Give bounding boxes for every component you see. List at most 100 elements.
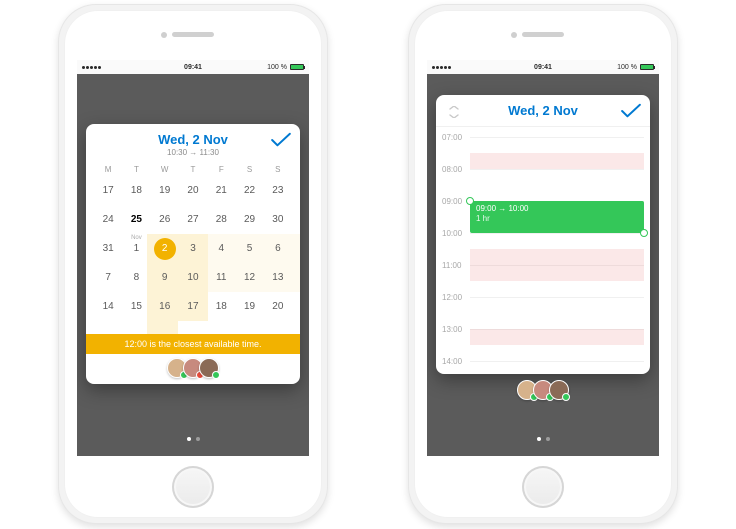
day-cell[interactable]: 12 <box>235 263 263 292</box>
day-cell-today[interactable]: 25 <box>122 205 150 234</box>
day-cell[interactable]: 11 <box>207 263 235 292</box>
status-bar: 09:41 100 % <box>77 60 309 74</box>
dow-label: S <box>264 165 292 174</box>
day-cell[interactable]: 14 <box>94 292 122 321</box>
resize-handle-icon[interactable] <box>466 197 474 205</box>
day-cell[interactable]: 4 <box>207 234 235 263</box>
front-camera-icon <box>511 32 517 38</box>
confirm-button[interactable] <box>620 103 642 124</box>
weekday-header: M T W T F S S <box>86 161 300 176</box>
day-cell[interactable]: 29 <box>235 205 263 234</box>
day-cell[interactable]: 22 <box>235 176 263 205</box>
day-cell[interactable]: 6 <box>264 234 292 263</box>
hour-label: 08:00 <box>442 165 462 174</box>
status-time: 09:41 <box>534 64 552 71</box>
day-cell[interactable]: 18 <box>122 176 150 205</box>
status-badge-icon <box>212 371 220 379</box>
day-cell[interactable]: 24 <box>94 205 122 234</box>
hour-grid: 09:00 → 10:00 1 hr <box>470 129 644 374</box>
avatar[interactable] <box>549 380 569 400</box>
day-cell[interactable]: 17 <box>94 176 122 205</box>
screen-left: 09:41 100 % Wed, 2 Nov 10:30 → 11:30 <box>77 60 309 456</box>
card-title: Wed, 2 Nov <box>96 132 290 147</box>
day-cell[interactable]: 16 <box>151 292 179 321</box>
phone-bezel: 09:41 100 % Wed, 2 Nov 10:30 → 11:30 <box>64 10 322 518</box>
day-cell[interactable]: 17 <box>179 292 207 321</box>
busy-block <box>470 329 644 345</box>
grid-row: 31 Nov 1 2 3 4 5 6 <box>94 234 292 263</box>
day-cell[interactable]: 27 <box>179 205 207 234</box>
day-cell[interactable]: 8 <box>122 263 150 292</box>
hour-line <box>470 361 644 362</box>
grid-row: 24 25 26 27 28 29 30 <box>94 205 292 234</box>
dow-label: W <box>151 165 179 174</box>
day-cell[interactable]: 7 <box>94 263 122 292</box>
attendees-row[interactable] <box>86 356 300 380</box>
page-dot-icon <box>537 437 541 441</box>
hour-label: 09:00 <box>442 197 462 206</box>
phone-frame-right: 09:41 100 % Wed, 2 Nov <box>408 4 678 524</box>
dow-label: T <box>179 165 207 174</box>
day-cell[interactable]: 18 <box>207 292 235 321</box>
signal-icon <box>432 66 451 69</box>
drag-handle-icon[interactable] <box>446 105 462 117</box>
resize-handle-icon[interactable] <box>640 229 648 237</box>
month-grid: 17 18 19 20 21 22 23 24 25 26 27 <box>86 176 300 321</box>
screen-right: 09:41 100 % Wed, 2 Nov <box>427 60 659 456</box>
status-badge-icon <box>562 393 570 401</box>
battery-label: 100 % <box>267 64 287 71</box>
day-cell[interactable]: 23 <box>264 176 292 205</box>
dow-label: S <box>235 165 263 174</box>
day-cell[interactable]: 10 <box>179 263 207 292</box>
proposed-event[interactable]: 09:00 → 10:00 1 hr <box>470 201 644 233</box>
day-cell[interactable]: Nov 1 <box>122 234 150 263</box>
day-cell[interactable]: 31 <box>94 234 122 263</box>
page-dot-icon <box>187 437 191 441</box>
battery-label: 100 % <box>617 64 637 71</box>
day-cell[interactable]: 9 <box>151 263 179 292</box>
speaker-grille-icon <box>172 32 214 37</box>
checkmark-icon <box>270 132 292 148</box>
closest-time-banner[interactable]: 12:00 is the closest available time. <box>86 334 300 354</box>
day-cell[interactable]: 21 <box>207 176 235 205</box>
day-picker-card: Wed, 2 Nov 07:00 08:00 09:00 10:00 11:00 <box>436 95 650 374</box>
day-cell[interactable]: 5 <box>235 234 263 263</box>
day-cell[interactable]: 20 <box>264 292 292 321</box>
avatar[interactable] <box>199 358 219 378</box>
day-timeline[interactable]: 07:00 08:00 09:00 10:00 11:00 12:00 13:0… <box>436 129 650 374</box>
hour-label: 13:00 <box>442 325 462 334</box>
month-sublabel: Nov <box>131 235 142 241</box>
day-cell-selected[interactable]: 2 <box>151 234 179 263</box>
attendees-row[interactable] <box>427 376 659 404</box>
home-button[interactable] <box>172 466 214 508</box>
dow-label: F <box>207 165 235 174</box>
day-cell[interactable]: 3 <box>179 234 207 263</box>
battery-icon <box>640 64 654 70</box>
page-indicator <box>427 437 659 441</box>
grid-row: 7 8 9 10 11 12 13 <box>94 263 292 292</box>
hour-line <box>470 233 644 234</box>
status-bar: 09:41 100 % <box>427 60 659 74</box>
hour-label: 10:00 <box>442 229 462 238</box>
day-cell[interactable]: 13 <box>264 263 292 292</box>
dow-label: M <box>94 165 122 174</box>
day-cell[interactable]: 19 <box>151 176 179 205</box>
hour-line <box>470 137 644 138</box>
hour-line <box>470 297 644 298</box>
phone-bezel: 09:41 100 % Wed, 2 Nov <box>414 10 672 518</box>
day-cell[interactable]: 15 <box>122 292 150 321</box>
day-cell[interactable]: 19 <box>235 292 263 321</box>
stage: 09:41 100 % Wed, 2 Nov 10:30 → 11:30 <box>0 0 736 529</box>
card-title: Wed, 2 Nov <box>446 103 640 118</box>
confirm-button[interactable] <box>270 132 292 153</box>
battery-icon <box>290 64 304 70</box>
home-button[interactable] <box>522 466 564 508</box>
speaker-grille-icon <box>522 32 564 37</box>
day-cell[interactable]: 20 <box>179 176 207 205</box>
busy-block <box>470 153 644 169</box>
page-dot-icon <box>546 437 550 441</box>
day-cell[interactable]: 30 <box>264 205 292 234</box>
day-cell[interactable]: 28 <box>207 205 235 234</box>
hour-labels: 07:00 08:00 09:00 10:00 11:00 12:00 13:0… <box>436 129 468 374</box>
day-cell[interactable]: 26 <box>151 205 179 234</box>
